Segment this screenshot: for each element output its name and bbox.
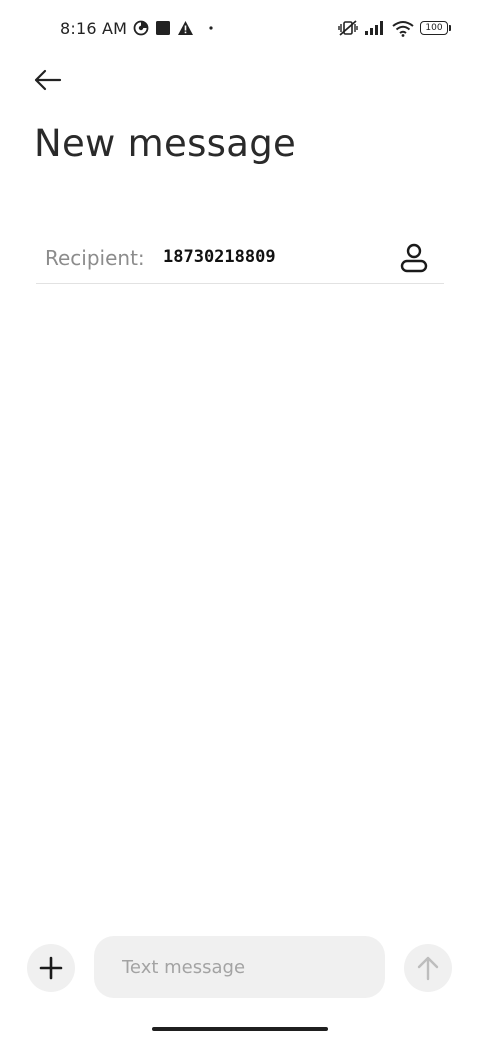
dot-icon [208, 25, 214, 31]
vibrate-muted-icon [338, 19, 358, 37]
status-bar: 8:16 AM 100 [0, 0, 480, 56]
recipient-input[interactable] [163, 247, 383, 267]
person-icon [400, 243, 428, 273]
attach-button[interactable] [27, 944, 75, 992]
data-saver-icon [133, 20, 149, 36]
arrow-up-icon [417, 955, 439, 981]
recipient-label: Recipient: [45, 246, 145, 270]
page-title: New message [34, 122, 297, 165]
composer-bar [0, 936, 480, 998]
status-time: 8:16 AM [60, 18, 128, 38]
back-button[interactable] [28, 60, 68, 100]
battery-level: 100 [425, 23, 443, 33]
signal-icon [364, 20, 386, 36]
battery-icon: 100 [420, 21, 451, 35]
home-indicator[interactable] [152, 1027, 328, 1031]
warning-icon [177, 20, 194, 36]
send-button[interactable] [404, 944, 452, 992]
plus-icon [39, 956, 63, 980]
status-left: 8:16 AM [60, 16, 214, 40]
arrow-left-icon [34, 69, 62, 91]
status-right: 100 [338, 16, 451, 40]
stop-icon [155, 20, 171, 36]
select-contact-button[interactable] [396, 240, 432, 276]
message-input[interactable] [94, 936, 385, 998]
wifi-icon [392, 20, 414, 37]
recipient-row: Recipient: [36, 232, 444, 284]
